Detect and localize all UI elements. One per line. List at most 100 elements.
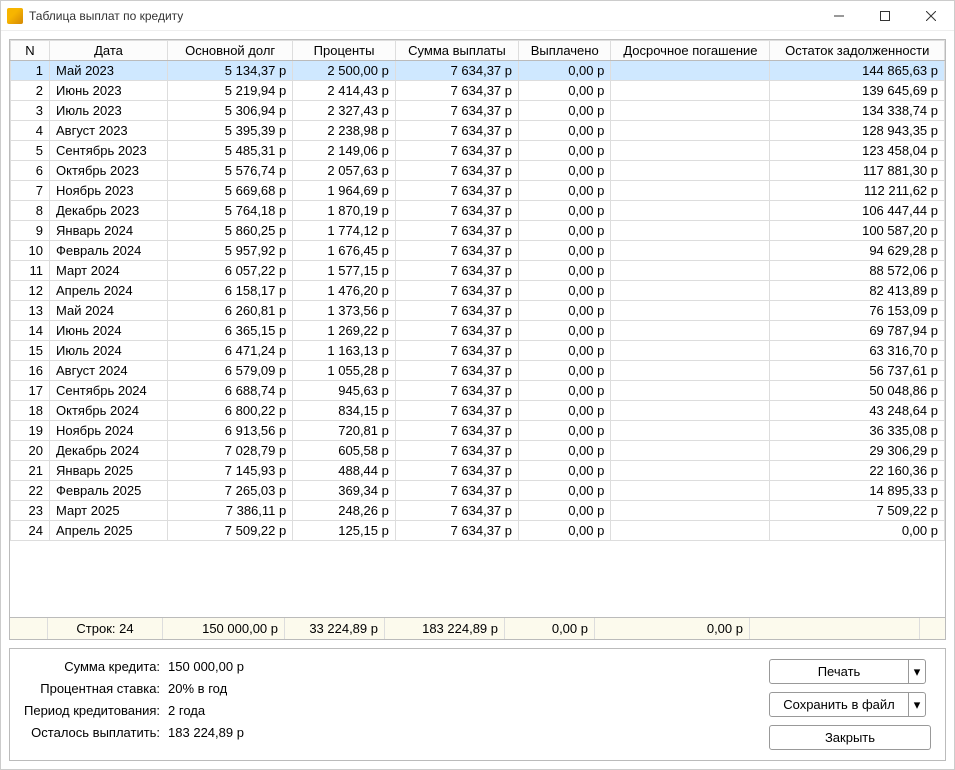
cell-n: 18 <box>11 401 50 421</box>
cell-balance: 117 881,30 р <box>770 161 945 181</box>
cell-interest: 945,63 р <box>293 381 396 401</box>
cell-n: 21 <box>11 461 50 481</box>
print-dropdown-button[interactable]: ▾ <box>908 659 926 684</box>
cell-payment: 7 634,37 р <box>395 201 518 221</box>
close-window-button[interactable] <box>908 1 954 31</box>
close-button[interactable]: Закрыть <box>769 725 931 750</box>
save-to-file-button[interactable]: Сохранить в файл <box>769 692 909 717</box>
cell-payment: 7 634,37 р <box>395 501 518 521</box>
minimize-button[interactable] <box>816 1 862 31</box>
cell-paid: 0,00 р <box>519 361 611 381</box>
cell-n: 1 <box>11 61 50 81</box>
table-row[interactable]: 22Февраль 20257 265,03 р369,34 р7 634,37… <box>11 481 945 501</box>
table-scroll-area[interactable]: N Дата Основной долг Проценты Сумма выпл… <box>10 40 945 617</box>
table-row[interactable]: 2Июнь 20235 219,94 р2 414,43 р7 634,37 р… <box>11 81 945 101</box>
table-row[interactable]: 4Август 20235 395,39 р2 238,98 р7 634,37… <box>11 121 945 141</box>
header-principal[interactable]: Основной долг <box>168 41 293 61</box>
table-row[interactable]: 6Октябрь 20235 576,74 р2 057,63 р7 634,3… <box>11 161 945 181</box>
table-row[interactable]: 8Декабрь 20235 764,18 р1 870,19 р7 634,3… <box>11 201 945 221</box>
table-row[interactable]: 21Январь 20257 145,93 р488,44 р7 634,37 … <box>11 461 945 481</box>
cell-n: 6 <box>11 161 50 181</box>
maximize-button[interactable] <box>862 1 908 31</box>
table-row[interactable]: 10Февраль 20245 957,92 р1 676,45 р7 634,… <box>11 241 945 261</box>
table-row[interactable]: 1Май 20235 134,37 р2 500,00 р7 634,37 р0… <box>11 61 945 81</box>
table-row[interactable]: 16Август 20246 579,09 р1 055,28 р7 634,3… <box>11 361 945 381</box>
cell-principal: 5 669,68 р <box>168 181 293 201</box>
cell-paid: 0,00 р <box>519 341 611 361</box>
table-row[interactable]: 5Сентябрь 20235 485,31 р2 149,06 р7 634,… <box>11 141 945 161</box>
summary-row: Строк: 24 150 000,00 р 33 224,89 р 183 2… <box>10 617 945 639</box>
cell-paid: 0,00 р <box>519 401 611 421</box>
table-row[interactable]: 12Апрель 20246 158,17 р1 476,20 р7 634,3… <box>11 281 945 301</box>
table-row[interactable]: 11Март 20246 057,22 р1 577,15 р7 634,37 … <box>11 261 945 281</box>
cell-interest: 1 373,56 р <box>293 301 396 321</box>
cell-n: 2 <box>11 81 50 101</box>
cell-n: 5 <box>11 141 50 161</box>
header-date[interactable]: Дата <box>50 41 168 61</box>
table-row[interactable]: 13Май 20246 260,81 р1 373,56 р7 634,37 р… <box>11 301 945 321</box>
cell-date: Январь 2024 <box>50 221 168 241</box>
cell-principal: 7 265,03 р <box>168 481 293 501</box>
cell-interest: 605,58 р <box>293 441 396 461</box>
summary-interest: 33 224,89 р <box>285 618 385 639</box>
cell-balance: 94 629,28 р <box>770 241 945 261</box>
table-row[interactable]: 24Апрель 20257 509,22 р125,15 р7 634,37 … <box>11 521 945 541</box>
table-row[interactable]: 23Март 20257 386,11 р248,26 р7 634,37 р0… <box>11 501 945 521</box>
cell-n: 20 <box>11 441 50 461</box>
table-row[interactable]: 17Сентябрь 20246 688,74 р945,63 р7 634,3… <box>11 381 945 401</box>
header-paid[interactable]: Выплачено <box>519 41 611 61</box>
cell-early <box>611 301 770 321</box>
cell-paid: 0,00 р <box>519 261 611 281</box>
header-balance[interactable]: Остаток задолженности <box>770 41 945 61</box>
table-row[interactable]: 18Октябрь 20246 800,22 р834,15 р7 634,37… <box>11 401 945 421</box>
cell-payment: 7 634,37 р <box>395 141 518 161</box>
cell-early <box>611 361 770 381</box>
table-row[interactable]: 15Июль 20246 471,24 р1 163,13 р7 634,37 … <box>11 341 945 361</box>
table-row[interactable]: 7Ноябрь 20235 669,68 р1 964,69 р7 634,37… <box>11 181 945 201</box>
cell-interest: 2 327,43 р <box>293 101 396 121</box>
cell-early <box>611 161 770 181</box>
cell-payment: 7 634,37 р <box>395 521 518 541</box>
cell-balance: 76 153,09 р <box>770 301 945 321</box>
cell-principal: 6 158,17 р <box>168 281 293 301</box>
table-row[interactable]: 20Декабрь 20247 028,79 р605,58 р7 634,37… <box>11 441 945 461</box>
titlebar: Таблица выплат по кредиту <box>1 1 954 31</box>
cell-balance: 69 787,94 р <box>770 321 945 341</box>
table-row[interactable]: 19Ноябрь 20246 913,56 р720,81 р7 634,37 … <box>11 421 945 441</box>
cell-interest: 1 476,20 р <box>293 281 396 301</box>
cell-interest: 1 774,12 р <box>293 221 396 241</box>
cell-balance: 22 160,36 р <box>770 461 945 481</box>
cell-early <box>611 281 770 301</box>
app-icon <box>7 8 23 24</box>
table-row[interactable]: 3Июль 20235 306,94 р2 327,43 р7 634,37 р… <box>11 101 945 121</box>
cell-payment: 7 634,37 р <box>395 121 518 141</box>
cell-principal: 7 145,93 р <box>168 461 293 481</box>
header-interest[interactable]: Проценты <box>293 41 396 61</box>
cell-balance: 139 645,69 р <box>770 81 945 101</box>
table-row[interactable]: 9Январь 20245 860,25 р1 774,12 р7 634,37… <box>11 221 945 241</box>
cell-n: 17 <box>11 381 50 401</box>
cell-payment: 7 634,37 р <box>395 381 518 401</box>
cell-date: Ноябрь 2024 <box>50 421 168 441</box>
cell-date: Март 2024 <box>50 261 168 281</box>
header-early[interactable]: Досрочное погашение <box>611 41 770 61</box>
print-button[interactable]: Печать <box>769 659 909 684</box>
cell-date: Июль 2023 <box>50 101 168 121</box>
cell-paid: 0,00 р <box>519 301 611 321</box>
cell-early <box>611 61 770 81</box>
cell-n: 9 <box>11 221 50 241</box>
cell-principal: 6 471,24 р <box>168 341 293 361</box>
table-row[interactable]: 14Июнь 20246 365,15 р1 269,22 р7 634,37 … <box>11 321 945 341</box>
payment-table: N Дата Основной долг Проценты Сумма выпл… <box>10 40 945 541</box>
cell-payment: 7 634,37 р <box>395 161 518 181</box>
header-n[interactable]: N <box>11 41 50 61</box>
cell-date: Январь 2025 <box>50 461 168 481</box>
save-dropdown-button[interactable]: ▾ <box>908 692 926 717</box>
cell-principal: 5 957,92 р <box>168 241 293 261</box>
cell-payment: 7 634,37 р <box>395 321 518 341</box>
cell-early <box>611 261 770 281</box>
cell-interest: 1 055,28 р <box>293 361 396 381</box>
cell-principal: 5 219,94 р <box>168 81 293 101</box>
cell-early <box>611 341 770 361</box>
header-payment[interactable]: Сумма выплаты <box>395 41 518 61</box>
